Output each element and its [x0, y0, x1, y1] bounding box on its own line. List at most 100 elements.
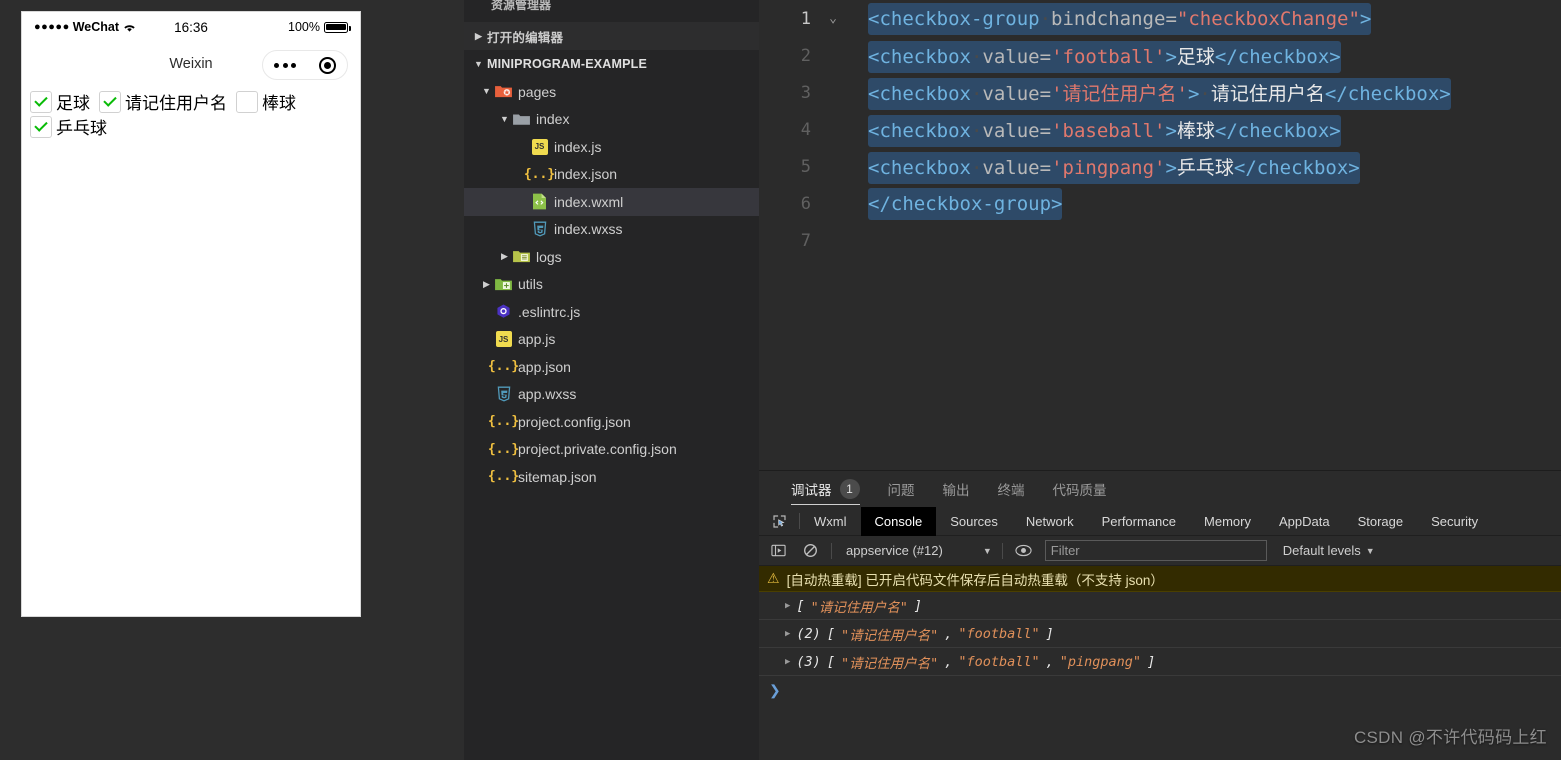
line-number: 6: [800, 193, 811, 214]
console-log-row[interactable]: ▶ ["请记住用户名"]: [759, 592, 1561, 620]
sidebar-toggle-icon[interactable]: [767, 543, 789, 558]
checkbox-box-pingpang[interactable]: [30, 115, 52, 138]
expand-chevron-right-icon[interactable]: ▶: [785, 657, 790, 667]
code-text[interactable]: <checkbox·value='请记住用户名'>·请记住用户名</checkb…: [821, 78, 1451, 110]
console-prompt-row[interactable]: ❯: [759, 676, 1561, 704]
checkbox-item-football[interactable]: 足球: [30, 89, 99, 114]
more-dots-icon[interactable]: [274, 62, 297, 68]
file-explorer: 资源管理器 ▶ 打开的编辑器 ▼ MINIPROGRAM-EXAMPLE ▼ pa…: [464, 0, 759, 760]
expand-chevron-right-icon[interactable]: ▶: [785, 629, 790, 639]
console-context-value: appservice (#12): [846, 543, 943, 558]
code-body[interactable]: 1 ⌄ <checkbox-group·bindchange="checkboxCh…: [759, 0, 1561, 259]
code-line[interactable]: 7: [759, 222, 1561, 259]
code-line[interactable]: 1 ⌄ <checkbox-group·bindchange="checkboxCh…: [759, 0, 1561, 37]
checkbox-item-pingpang[interactable]: 乒乓球: [30, 114, 116, 139]
console-log-row[interactable]: ▶ (3) ["请记住用户名", "football", "pingpang"]: [759, 648, 1561, 676]
tree-item-eslintrc-js[interactable]: .eslintrc.js: [464, 298, 759, 326]
tree-item-index[interactable]: ▼ index: [464, 106, 759, 134]
log-bracket-open: [: [826, 625, 835, 642]
devtools-tab-console[interactable]: Console: [860, 506, 937, 536]
tree-item-index-json[interactable]: {..} index.json: [464, 161, 759, 189]
code-line[interactable]: 6 </checkbox-group>: [759, 185, 1561, 222]
tree-item-project-private-config-json[interactable]: {..} project.private.config.json: [464, 436, 759, 464]
console-filter-input[interactable]: [1044, 540, 1267, 561]
code-text[interactable]: </checkbox-group>: [821, 187, 1063, 220]
code-text[interactable]: <checkbox·value='pingpang'>乒乓球</checkbox…: [821, 152, 1360, 184]
wxss-icon: [531, 221, 548, 238]
eye-icon[interactable]: [1013, 544, 1035, 557]
chevron-right-icon[interactable]: ▶: [470, 31, 487, 41]
debugger-tab-1[interactable]: 问题: [874, 471, 929, 507]
devtools-tab-sources[interactable]: Sources: [936, 507, 1012, 536]
checkbox-box-remember-username[interactable]: [99, 90, 121, 113]
token-dot: ·: [1199, 83, 1211, 105]
tree-item-index-wxml[interactable]: index.wxml: [464, 188, 759, 216]
chevron-down-icon-levels[interactable]: ▼: [1366, 546, 1375, 556]
tree-item-logs[interactable]: ▶ logs: [464, 243, 759, 271]
checkbox-item-baseball[interactable]: 棒球: [236, 89, 305, 114]
devtools-tabs: Wxml Console Sources Network Performance Memo…: [800, 506, 1492, 536]
clear-console-icon[interactable]: [799, 543, 821, 558]
code-selection: <checkbox·value='football'>足球</checkbox>: [868, 41, 1341, 73]
capsule-button[interactable]: [262, 50, 348, 80]
checkbox-item-remember-username[interactable]: 请记住用户名: [99, 89, 236, 114]
tree-item-pages[interactable]: ▼ pages: [464, 78, 759, 106]
inspect-element-icon[interactable]: [759, 514, 799, 529]
tree-item-index-js[interactable]: JS index.js: [464, 133, 759, 161]
code-line[interactable]: 3 <checkbox·value='请记住用户名'>·请记住用户名</check…: [759, 74, 1561, 111]
fold-chevron-down-icon[interactable]: ⌄: [824, 11, 842, 26]
console-prompt-caret: ❯: [769, 681, 781, 698]
console-context-select[interactable]: appservice (#12) ▼: [842, 543, 992, 558]
token-str: '请记住用户名': [1051, 83, 1188, 105]
tree-item-utils[interactable]: ▶ utils: [464, 271, 759, 299]
section-project-root[interactable]: ▼ MINIPROGRAM-EXAMPLE: [464, 50, 759, 78]
tree-item-app-js[interactable]: JS app.js: [464, 326, 759, 354]
close-target-icon[interactable]: [318, 56, 336, 74]
code-text[interactable]: <checkbox-group·bindchange="checkboxChan…: [821, 2, 1372, 35]
chevron-down-icon[interactable]: ▼: [478, 87, 495, 96]
token-eq: =: [1039, 120, 1052, 142]
code-line[interactable]: 4 <checkbox·value='baseball'>棒球</checkbox…: [759, 111, 1561, 148]
section-opened-editors[interactable]: ▶ 打开的编辑器: [464, 22, 759, 50]
code-text[interactable]: <checkbox·value='football'>足球</checkbox>: [821, 41, 1341, 73]
console-warning-row[interactable]: ⚠ [自动热重载] 已开启代码文件保存后自动热重载（不支持 json）: [759, 566, 1561, 592]
eslint-icon: [495, 303, 512, 320]
devtools-tab-storage[interactable]: Storage: [1344, 507, 1418, 536]
tree-item-sitemap-json[interactable]: {..} sitemap.json: [464, 463, 759, 491]
console-log-row[interactable]: ▶ (2) ["请记住用户名", "football"]: [759, 620, 1561, 648]
phone-preview[interactable]: ●●●●● WeChat 16:36 100% Weixin 足球 请记住用户名…: [21, 11, 361, 617]
js-icon: JS: [495, 331, 512, 348]
console-levels-select[interactable]: Default levels ▼: [1283, 543, 1375, 558]
chevron-down-icon[interactable]: ▼: [470, 59, 487, 69]
tree-item-index-wxss[interactable]: index.wxss: [464, 216, 759, 244]
devtools-tab-wxml[interactable]: Wxml: [800, 507, 861, 536]
devtools-tab-security[interactable]: Security: [1417, 507, 1492, 536]
tree-item-app-json[interactable]: {..} app.json: [464, 353, 759, 381]
line-number: 7: [800, 230, 811, 251]
debugger-tab-4[interactable]: 代码质量: [1039, 471, 1121, 507]
code-line[interactable]: 5 <checkbox·value='pingpang'>乒乓球</checkbo…: [759, 148, 1561, 185]
checkbox-group[interactable]: 足球 请记住用户名 棒球 乒乓球: [22, 86, 360, 139]
devtools-tab-appdata[interactable]: AppData: [1265, 507, 1344, 536]
tree-item-project-config-json[interactable]: {..} project.config.json: [464, 408, 759, 436]
debugger-tab-2[interactable]: 输出: [929, 471, 984, 507]
code-editor[interactable]: 1 ⌄ <checkbox-group·bindchange="checkboxCh…: [759, 0, 1561, 470]
devtools-tab-network[interactable]: Network: [1012, 507, 1088, 536]
code-text[interactable]: <checkbox·value='baseball'>棒球</checkbox>: [821, 115, 1341, 147]
chevron-down-icon[interactable]: ▼: [496, 114, 513, 124]
code-line[interactable]: 2 <checkbox·value='football'>足球</checkbox…: [759, 37, 1561, 74]
token-str: 'football': [1051, 46, 1166, 68]
token-eq: =: [1039, 46, 1052, 68]
chevron-right-icon[interactable]: ▶: [496, 252, 513, 261]
chevron-right-icon[interactable]: ▶: [478, 279, 495, 289]
chevron-down-icon-context[interactable]: ▼: [983, 546, 992, 556]
debugger-tab-3[interactable]: 终端: [984, 471, 1039, 507]
devtools-tab-bar: Wxml Console Sources Network Performance Memo…: [759, 506, 1561, 536]
checkbox-box-baseball[interactable]: [236, 90, 258, 113]
devtools-tab-performance[interactable]: Performance: [1088, 507, 1190, 536]
debugger-tab-0[interactable]: 调试器 1: [777, 471, 874, 507]
checkbox-box-football[interactable]: [30, 90, 52, 113]
devtools-tab-memory[interactable]: Memory: [1190, 507, 1265, 536]
expand-chevron-right-icon[interactable]: ▶: [785, 601, 790, 611]
tree-item-app-wxss[interactable]: app.wxss: [464, 381, 759, 409]
